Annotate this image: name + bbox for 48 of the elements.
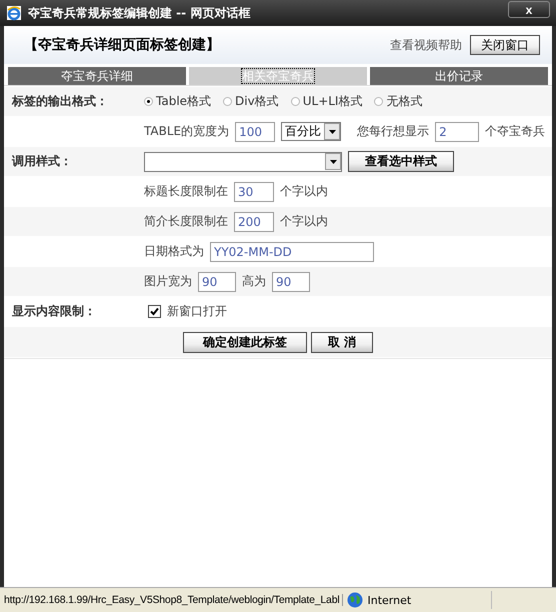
width-field[interactable]: 100	[235, 122, 276, 142]
radio-button[interactable]	[290, 97, 300, 106]
status-url: http://192.168.1.99/Hrc_Easy_V5Shop8_Template/weblogin/Template_Labl	[4, 594, 344, 606]
radio-label: 无格式	[386, 93, 422, 110]
field-label: 您每行想显示	[357, 123, 430, 140]
status-zone: Internet	[367, 594, 412, 606]
radio-button[interactable]	[144, 97, 153, 106]
field-label: TABLE的宽度为	[144, 123, 230, 140]
per-row-field[interactable]: 2	[435, 122, 480, 142]
browser-icon	[6, 5, 22, 21]
field-suffix: 个夺宝奇兵	[485, 123, 546, 140]
intro-length-field[interactable]: 200	[234, 212, 274, 232]
caret-icon	[328, 130, 336, 134]
radio-button[interactable]	[223, 97, 232, 106]
radio-label: UL+LI格式	[302, 93, 362, 110]
date-format-field[interactable]: YY02-MM-DD	[210, 242, 374, 262]
field-label: 显示内容限制：	[11, 303, 97, 320]
radio-button[interactable]	[374, 97, 384, 106]
globe-icon	[347, 592, 364, 608]
form-button[interactable]: 确定创建此标签	[183, 332, 307, 352]
image-height-field[interactable]: 90	[272, 272, 310, 292]
field-suffix: 个字以内	[280, 183, 328, 200]
field-suffix: 个字以内	[280, 213, 328, 230]
help-link[interactable]: 查看视频帮助	[390, 36, 462, 54]
view-style-button[interactable]: 查看选中样式	[348, 151, 454, 172]
tab[interactable]: 出价记录	[370, 67, 548, 85]
field-label: 图片宽为	[144, 273, 192, 290]
page-heading: 【夺宝奇兵详细页面标签创建】	[24, 36, 221, 54]
window-title: 夺宝奇兵常规标签编辑创建 -- 网页对话框	[28, 4, 252, 22]
form-button[interactable]: 取 消	[311, 332, 373, 352]
unit-dropdown[interactable]: 百分比	[281, 122, 342, 141]
field-label: 标签的输出格式：	[10, 93, 109, 110]
checkbox-label: 新窗口打开	[167, 303, 227, 320]
style-dropdown[interactable]	[144, 152, 342, 172]
checkbox[interactable]	[148, 305, 161, 318]
field-label: 高为	[242, 273, 266, 290]
field-label: 调用样式：	[10, 153, 73, 170]
field-label: 简介长度限制在	[144, 213, 228, 230]
field-label: 日期格式为	[144, 243, 204, 260]
caret-icon	[330, 160, 336, 164]
field-label: 标题长度限制在	[144, 183, 228, 200]
image-width-field[interactable]: 90	[198, 272, 236, 292]
title-length-field[interactable]: 30	[234, 182, 274, 202]
radio-label: Div格式	[235, 93, 279, 110]
radio-label: Table格式	[156, 93, 212, 110]
close-window-button[interactable]: 关闭窗口	[470, 35, 540, 55]
close-button[interactable]: x	[508, 1, 550, 18]
tab[interactable]: 夺宝奇兵详细	[8, 67, 186, 85]
